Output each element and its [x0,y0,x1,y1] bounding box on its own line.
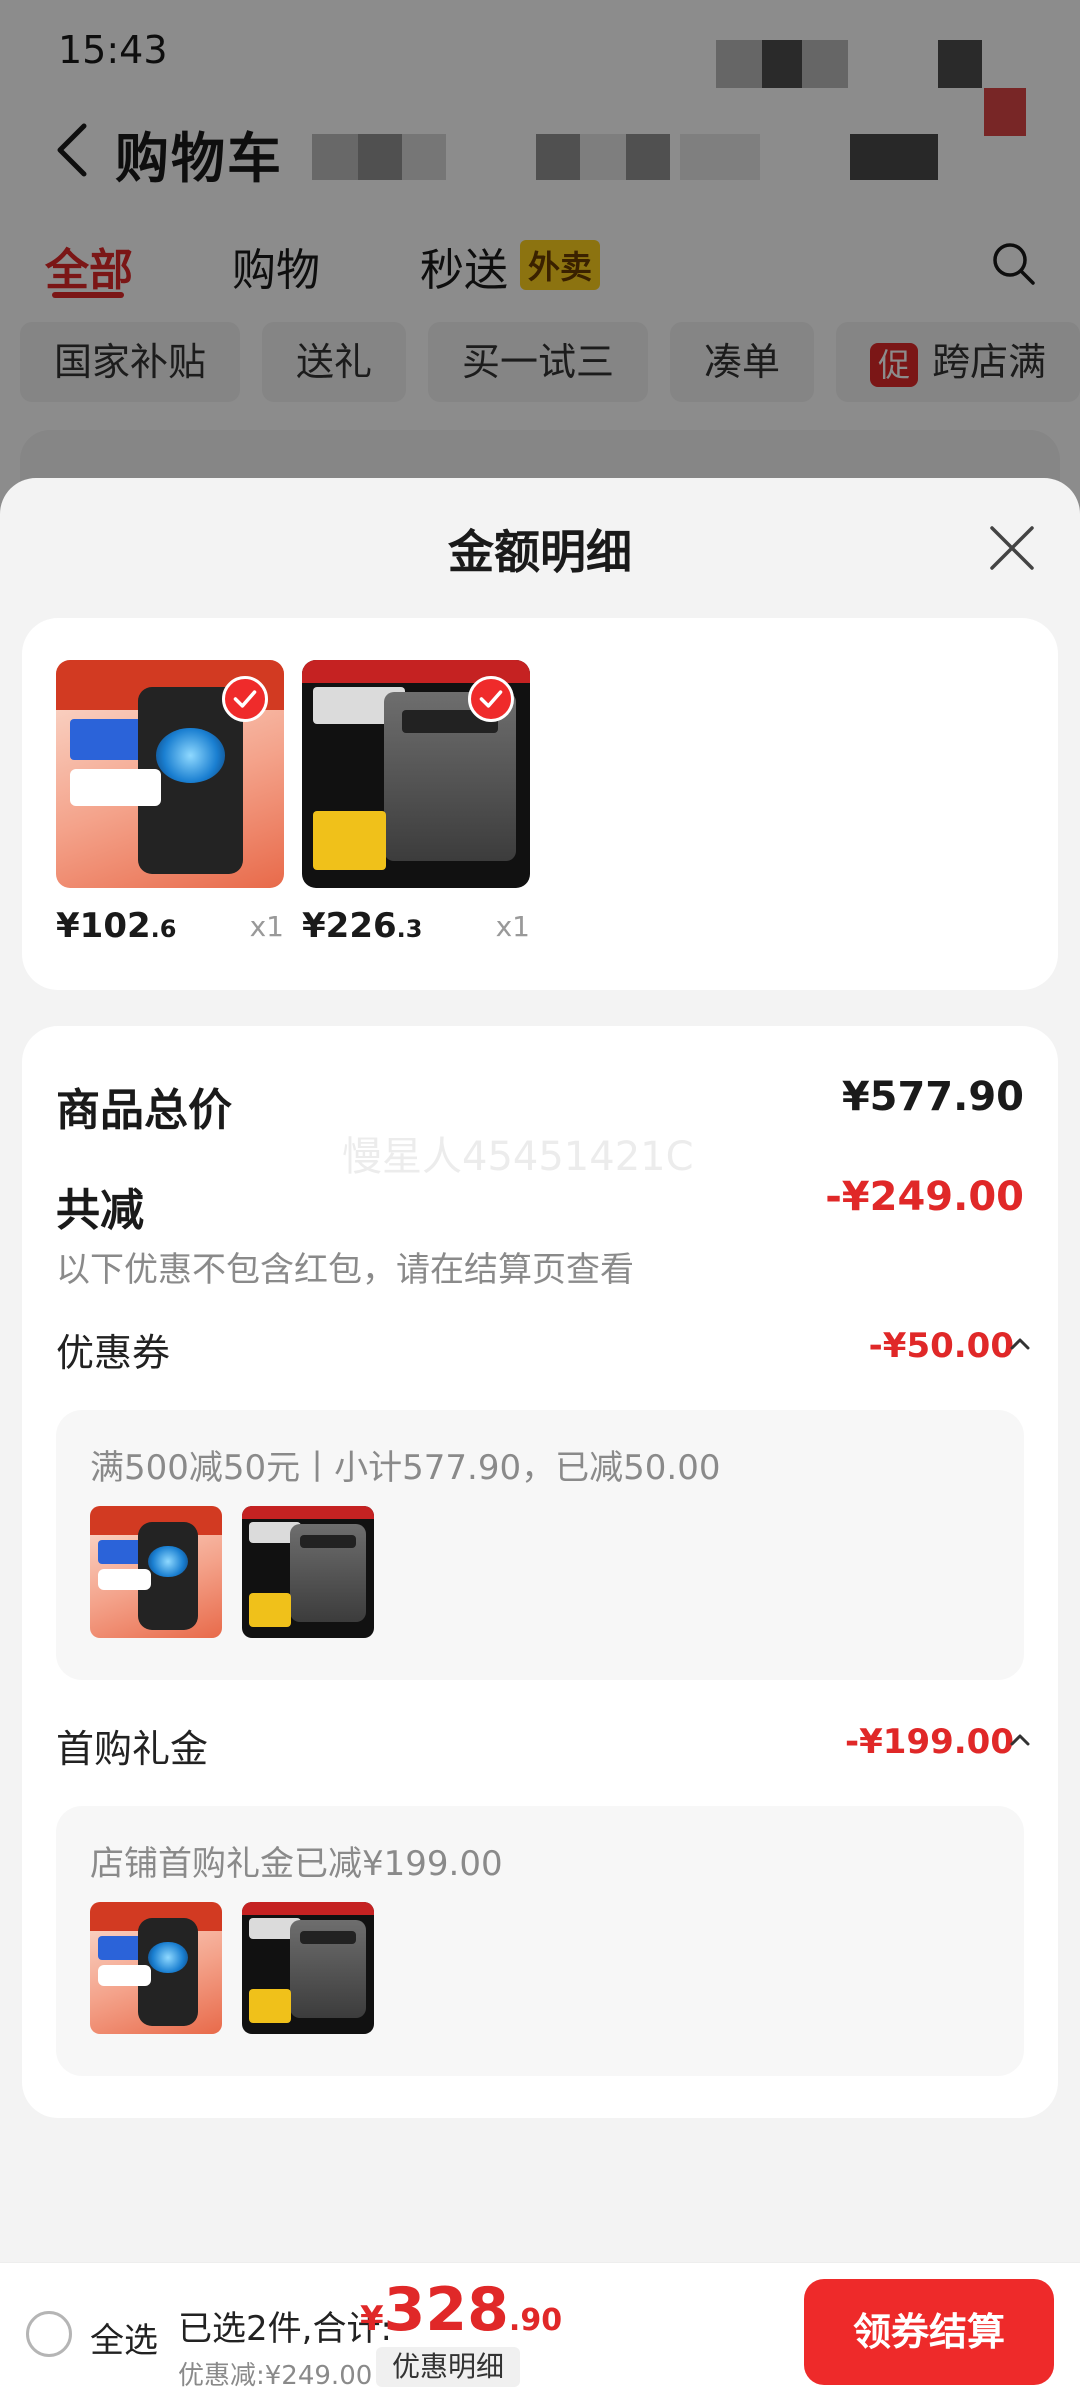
first-gift-description: 店铺首购礼金已减¥199.00 [90,1844,503,1884]
total-value: ¥577.90 [841,1074,1024,1120]
coupon-description: 满500减50元丨小计577.90，已减50.00 [90,1448,721,1488]
first-gift-row[interactable]: 首购礼金 -¥199.00 [56,1718,1030,1771]
trash-bin-product-image [90,1902,222,2034]
selected-products-card: ¥102.6 x1 ¥226.3 x1 [22,618,1058,990]
checkout-bar: 全选 已选2件,合计: ¥328.90 优惠减:¥249.00 优惠明细 领券结… [0,2262,1080,2400]
first-gift-detail-box: 店铺首购礼金已减¥199.00 [56,1806,1024,2076]
close-icon[interactable] [988,524,1036,572]
discount-row: 共减 -¥249.00 [56,1174,1024,1236]
coupon-value: -¥50.00 [868,1326,1014,1366]
checked-icon [468,676,514,722]
total-payable: ¥328.90 [360,2275,563,2345]
coupon-row[interactable]: 优惠券 -¥50.00 [56,1322,1030,1375]
coupon-detail-box: 满500减50元丨小计577.90，已减50.00 [56,1410,1024,1680]
product-price: ¥226.3 [302,906,423,946]
select-all-label[interactable]: 全选 [90,2313,158,2362]
sheet-header: 金额明细 [0,478,1080,618]
washing-machine-product-image [242,1506,374,1638]
product-item[interactable]: ¥102.6 x1 [56,660,284,946]
washing-machine-product-image [242,1902,374,2034]
trash-bin-product-image [56,660,284,888]
product-price: ¥102.6 [56,906,177,946]
chevron-up-icon[interactable] [1006,1330,1034,1358]
checkout-button[interactable]: 领券结算 [804,2279,1054,2385]
product-quantity: x1 [495,910,530,943]
first-gift-value: -¥199.00 [845,1722,1014,1762]
discount-note: 以下优惠不包含红包，请在结算页查看 [56,1250,634,1290]
product-item[interactable]: ¥226.3 x1 [302,660,530,946]
sheet-title: 金额明细 [448,525,632,579]
washing-machine-product-image [302,660,530,888]
amount-detail-sheet: 金额明细 ¥102.6 x1 ¥226.3 x1 慢星人45451421C 商品… [0,478,1080,2400]
chevron-up-icon[interactable] [1006,1726,1034,1754]
checked-icon [222,676,268,722]
total-row: 商品总价 ¥577.90 [56,1074,1024,1136]
discount-value: -¥249.00 [825,1174,1024,1220]
select-all-radio[interactable] [26,2311,72,2357]
discount-summary: 优惠减:¥249.00 [178,2361,373,2391]
discount-detail-button[interactable]: 优惠明细 [376,2347,521,2387]
product-quantity: x1 [249,910,284,943]
trash-bin-product-image [90,1506,222,1638]
price-breakdown-card: 慢星人45451421C 商品总价 ¥577.90 共减 -¥249.00 以下… [22,1026,1058,2118]
